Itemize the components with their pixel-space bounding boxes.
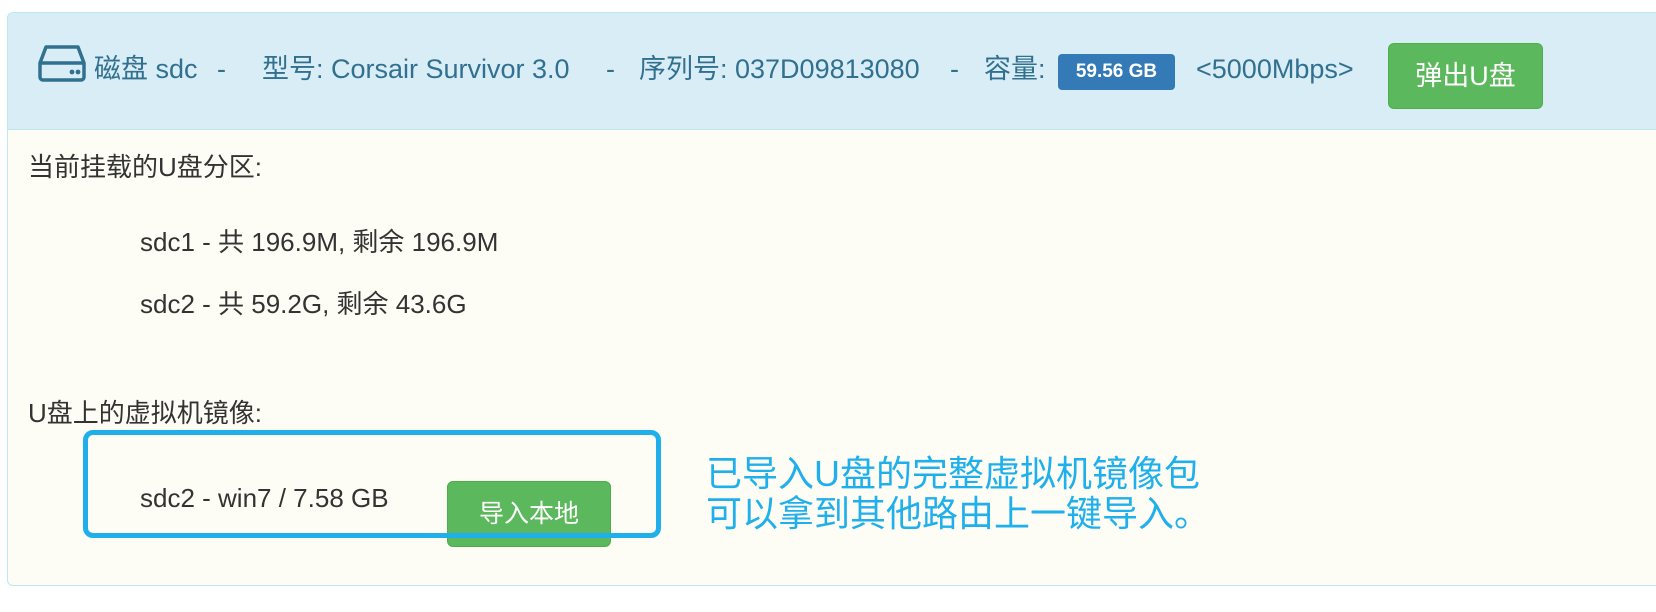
capacity-label: 容量: [984, 54, 1046, 84]
separator: - [217, 54, 226, 84]
vm-images-title: U盘上的虚拟机镜像: [28, 398, 263, 428]
disk-model: 型号: Corsair Survivor 3.0 [262, 54, 570, 84]
partition-item: sdc1 - 共 196.9M, 剩余 196.9M [140, 227, 499, 257]
disk-header: 磁盘 sdc - 型号: Corsair Survivor 3.0 - 序列号:… [8, 13, 1656, 130]
separator: - [950, 54, 959, 84]
disk-serial: 序列号: 037D09813080 [639, 54, 920, 84]
annotation-line: 可以拿到其他路由上一键导入。 [706, 493, 1211, 534]
annotation-text: 已导入U盘的完整虚拟机镜像包 可以拿到其他路由上一键导入。 [706, 454, 1210, 534]
capacity-badge: 59.56 GB [1058, 54, 1175, 90]
speed-label: <5000Mbps> [1196, 54, 1354, 84]
hdd-icon [38, 45, 86, 82]
separator: - [606, 54, 615, 84]
partition-item: sdc2 - 共 59.2G, 剩余 43.6G [140, 289, 467, 319]
annotation-line: 已导入U盘的完整虚拟机镜像包 [706, 453, 1200, 494]
disk-name: 磁盘 sdc [94, 54, 198, 84]
highlight-box [83, 430, 661, 538]
mounted-partitions-title: 当前挂载的U盘分区: [28, 152, 263, 182]
eject-usb-button[interactable]: 弹出U盘 [1388, 43, 1543, 109]
